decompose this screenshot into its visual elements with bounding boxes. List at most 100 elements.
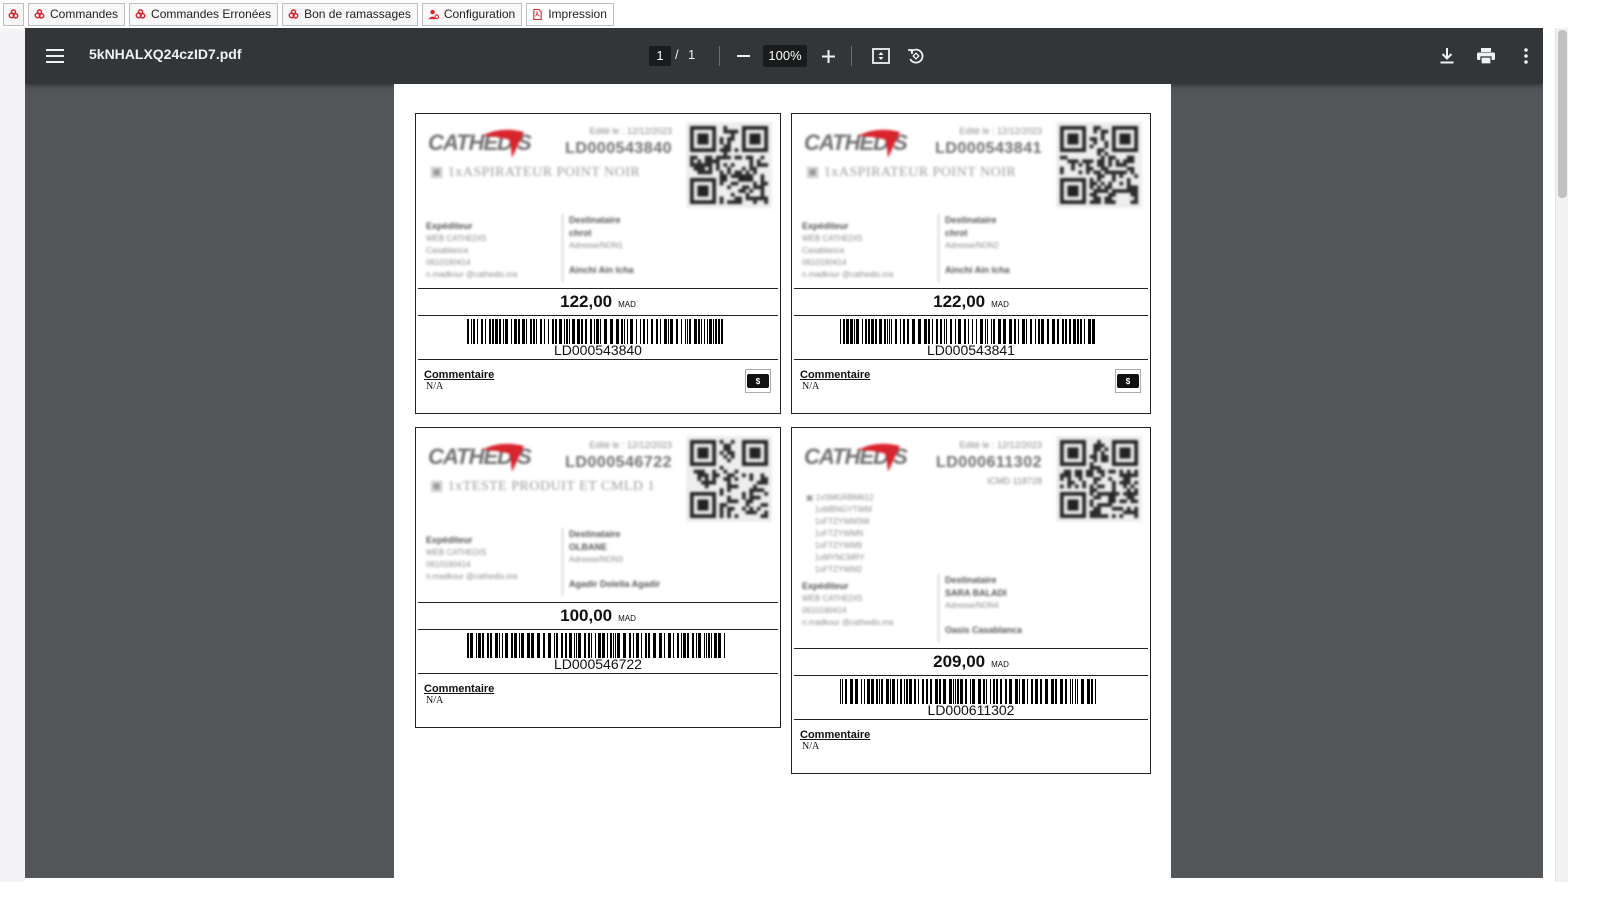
- download-button[interactable]: [1434, 43, 1460, 69]
- app-tab-commandes[interactable]: Commandes: [28, 2, 126, 26]
- barcode-bar: [845, 679, 847, 704]
- product-line: 1xFTZYWM3W: [814, 517, 870, 526]
- app-tab-commandes-erronees[interactable]: Commandes Erronées: [129, 2, 279, 26]
- qr-module: [1104, 166, 1109, 171]
- barcode-bar: [1062, 319, 1064, 344]
- qr-module: [1115, 170, 1120, 175]
- qr-module: [1100, 148, 1105, 152]
- app-tab-label: Configuration: [443, 7, 516, 21]
- barcode-bar: [985, 319, 986, 344]
- qr-module: [1123, 499, 1127, 504]
- app-tab-impression[interactable]: Impression: [526, 2, 614, 26]
- barcode-bar: [909, 679, 912, 704]
- app-tab-label: Impression: [548, 7, 607, 21]
- fit-to-page-button[interactable]: [868, 43, 894, 69]
- label-header: CATHEDIS Edité le : 12/12/2023 LD0005467…: [418, 430, 778, 601]
- qr-module: [1104, 503, 1109, 507]
- qr-module: [708, 170, 713, 175]
- qr-module: [708, 159, 713, 164]
- qr-module: [708, 166, 713, 171]
- rotate-button[interactable]: [903, 43, 929, 69]
- barcode-bar: [862, 319, 863, 344]
- qr-module: [1123, 477, 1127, 481]
- barcode-bar: [940, 319, 942, 344]
- app-tab-home[interactable]: [3, 2, 24, 26]
- barcode-bar: [548, 319, 549, 344]
- qr-module: [1071, 166, 1075, 171]
- qr-module: [727, 499, 731, 504]
- barcode-bar: [903, 319, 905, 344]
- barcode-bar: [983, 679, 985, 704]
- barcode-bar: [987, 319, 988, 344]
- qr-module: [1100, 492, 1105, 496]
- barcode-bar: [876, 679, 878, 704]
- qr-module: [1086, 159, 1090, 164]
- qr-module: [1123, 480, 1127, 485]
- zoom-input[interactable]: 100%: [763, 45, 807, 67]
- qr-module: [764, 200, 768, 204]
- barcode-bar: [871, 679, 874, 704]
- barcode-bar: [543, 633, 545, 658]
- barcode-bar: [577, 319, 580, 344]
- qr-module: [1119, 163, 1124, 167]
- qr-module: [719, 510, 724, 515]
- more-actions-button[interactable]: [1513, 43, 1539, 69]
- print-button[interactable]: [1473, 43, 1499, 69]
- qr-module: [1112, 469, 1116, 474]
- app-tab-configuration[interactable]: Configuration: [421, 2, 523, 26]
- zoom-in-button[interactable]: [816, 44, 840, 68]
- barcode-bar: [694, 319, 697, 344]
- barcode-bar: [566, 319, 568, 344]
- barcode-bar: [482, 633, 484, 658]
- page-scrollbar[interactable]: [1555, 28, 1568, 882]
- users-red-icon: [135, 8, 146, 19]
- scrollbar-thumb[interactable]: [1558, 30, 1567, 198]
- qr-module: [738, 155, 742, 160]
- recipient-line: Ainchi Ain Icha: [945, 265, 1010, 275]
- barcode-bar: [588, 633, 590, 658]
- barcode-bar: [473, 319, 475, 344]
- page-number-input[interactable]: 1: [649, 46, 671, 66]
- qr-pattern: [1060, 440, 1138, 518]
- qr-module: [730, 129, 735, 134]
- barcode-bar: [854, 319, 855, 344]
- barcode-bar: [477, 319, 478, 344]
- sender-line: WEB CATHEDIS: [426, 234, 487, 243]
- app-tab-bon-de-ramassages[interactable]: Bon de ramassages: [282, 2, 418, 26]
- qr-module: [1123, 510, 1127, 515]
- qr-module: [712, 473, 716, 478]
- qr-module: [734, 174, 739, 178]
- sender-line: n.madkour @cathedis.ma: [802, 618, 894, 627]
- qr-module: [1134, 499, 1138, 504]
- barcode-bar: [495, 319, 498, 344]
- qr-module: [1089, 499, 1094, 504]
- qr-module: [742, 495, 746, 500]
- qr-module: [1086, 163, 1090, 167]
- qr-module: [1130, 185, 1135, 190]
- zoom-out-button[interactable]: [731, 44, 755, 68]
- sender-title: Expéditeur: [802, 221, 849, 231]
- qr-module: [764, 163, 768, 167]
- comment-value: N/A: [426, 381, 444, 392]
- qr-module: [1097, 189, 1101, 193]
- qr-module: [1100, 503, 1105, 507]
- menu-button[interactable]: [41, 42, 69, 70]
- page-separator: /: [675, 47, 679, 62]
- barcode-bar: [647, 319, 648, 344]
- barcode-bar: [1073, 319, 1076, 344]
- qr-module: [716, 163, 720, 167]
- qr-module: [742, 185, 746, 190]
- barcode-bar: [843, 319, 845, 344]
- sender-line: n.madkour @cathedis.ma: [802, 270, 894, 279]
- qr-module: [734, 200, 739, 204]
- barcode-bar: [864, 679, 865, 704]
- barcode-bar: [993, 319, 995, 344]
- qr-module: [1097, 506, 1101, 511]
- barcode-bar: [718, 633, 721, 658]
- barcode-bar: [875, 319, 877, 344]
- qr-module: [749, 189, 754, 193]
- barcode-section: LD000546722: [418, 630, 778, 674]
- qr-module: [734, 181, 739, 186]
- barcode-bar: [481, 319, 483, 344]
- barcode-bar: [924, 319, 927, 344]
